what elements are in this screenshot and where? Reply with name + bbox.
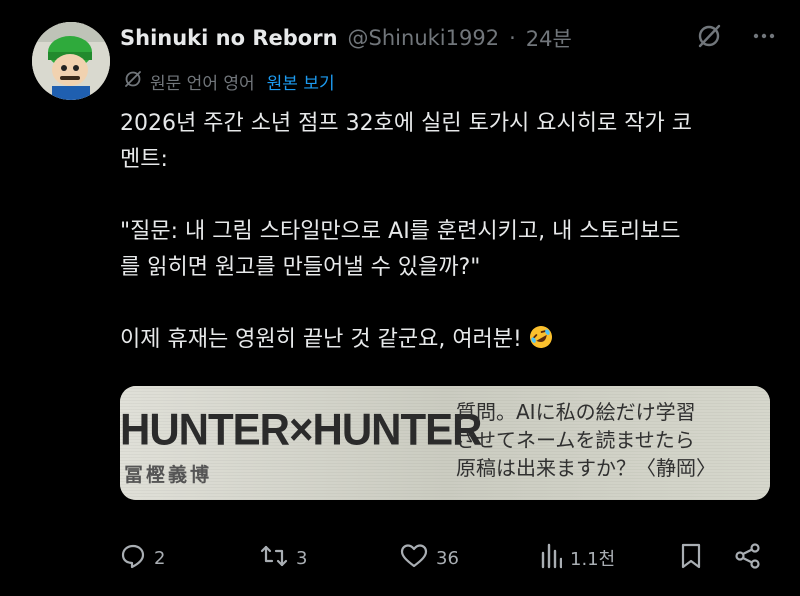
views-icon	[540, 543, 563, 574]
views-button[interactable]: 1.1천	[540, 536, 615, 580]
repost-icon	[260, 543, 288, 574]
comment-line: 質問。AIに私の絵だけ学習	[456, 400, 696, 424]
post-media-image[interactable]: HUNTER×HUNTER 冨樫義博 質問。AIに私の絵だけ学習 させてネームを…	[120, 386, 770, 500]
text-line: 를 읽히면 원고를 만들어낼 수 있을까?"	[120, 255, 481, 280]
avatar-image	[32, 22, 110, 100]
like-button[interactable]: 36	[400, 536, 459, 580]
reply-button[interactable]: 2	[120, 536, 165, 580]
text-line: 이제 휴재는 영원히 끝난 것 같군요, 여러분!	[120, 327, 522, 352]
comment-line: させてネームを読ませたら	[456, 428, 695, 452]
translation-label: 원문 언어 영어	[150, 73, 255, 94]
separator-dot: ·	[509, 26, 516, 50]
show-original-link[interactable]: 원본 보기	[267, 69, 335, 94]
repost-button[interactable]: 3	[260, 536, 307, 580]
post-text: 2026년 주간 소년 점프 32호에 실린 토가시 요시히로 작가 코 멘트:…	[120, 106, 780, 362]
like-count: 36	[436, 547, 459, 569]
rolling-laughing-emoji	[528, 324, 554, 362]
post-header: Shinuki no Reborn @Shinuki1992 · 24분	[120, 22, 776, 54]
share-button[interactable]	[734, 536, 762, 580]
comment-line: 原稿は出来ますか？〈静岡〉	[456, 456, 716, 480]
text-line: "질문: 내 그림 스타일만으로 AI를 훈련시키고, 내 스토리보드	[120, 219, 681, 244]
text-line: 멘트:	[120, 147, 168, 172]
bookmark-icon	[680, 543, 702, 574]
share-icon	[734, 542, 762, 574]
reply-count: 2	[154, 547, 166, 569]
display-name[interactable]: Shinuki no Reborn	[120, 26, 338, 50]
views-count: 1.1천	[570, 549, 616, 570]
translate-icon	[124, 70, 142, 93]
text-line-with-emoji: 이제 휴재는 영원히 끝난 것 같군요, 여러분!	[120, 322, 780, 362]
heart-icon	[400, 543, 428, 574]
manga-author: 冨樫義博	[124, 464, 213, 486]
grok-icon[interactable]	[696, 23, 722, 53]
action-bar: 2 3 36 1.1천	[120, 536, 770, 580]
reply-icon	[120, 543, 146, 574]
timestamp[interactable]: 24분	[526, 23, 572, 53]
bookmark-button[interactable]	[680, 536, 702, 580]
avatar[interactable]	[32, 22, 110, 100]
manga-title: HUNTER×HUNTER	[120, 404, 483, 455]
text-line: 2026년 주간 소년 점프 32호에 실린 토가시 요시히로 작가 코	[120, 111, 692, 136]
header-actions	[696, 22, 776, 54]
repost-count: 3	[296, 547, 308, 569]
translation-row: 원문 언어 영어 원본 보기	[124, 68, 335, 94]
author-comment: 質問。AIに私の絵だけ学習 させてネームを読ませたら 原稿は出来ますか？〈静岡〉	[456, 398, 756, 482]
more-icon[interactable]	[752, 24, 776, 52]
user-handle[interactable]: @Shinuki1992	[348, 26, 500, 50]
